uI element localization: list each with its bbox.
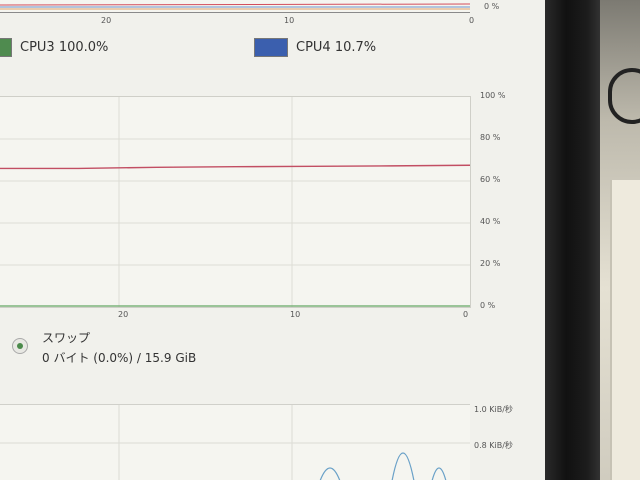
memory-y-tick: 40 % <box>480 217 501 226</box>
memory-y-tick: 100 % <box>480 91 506 100</box>
cpu-history-chart-top <box>0 0 470 13</box>
legend-cpu4[interactable]: CPU4 10.7% <box>254 38 376 57</box>
memory-history-chart <box>0 96 471 308</box>
background-shelf <box>610 180 640 480</box>
top-x-tick-0: 0 <box>469 16 475 25</box>
memory-usage-series-line <box>0 164 470 170</box>
memory-y-tick: 0 % <box>480 301 496 310</box>
memory-y-tick: 60 % <box>480 175 501 184</box>
cpu4-label: CPU4 10.7% <box>296 40 377 55</box>
network-y-tick-0.8: 0.8 KiB/秒 <box>474 441 513 450</box>
swap-title: スワップ <box>42 331 91 345</box>
monitor-bezel <box>545 0 605 480</box>
legend-cpu3[interactable]: CPU3 100.0% <box>0 38 108 57</box>
top-x-tick-10: 10 <box>284 16 295 25</box>
swap-color-icon[interactable] <box>12 338 28 354</box>
background-cable <box>608 68 640 124</box>
cpu3-color-swatch[interactable] <box>0 38 12 57</box>
memory-x-tick-20: 20 <box>118 310 129 319</box>
network-history-chart <box>0 404 470 480</box>
top-right-tick: 0 % <box>484 2 500 11</box>
top-x-tick-20: 20 <box>101 16 112 25</box>
cpu3-label: CPU3 100.0% <box>20 40 109 55</box>
system-monitor-screen: 20 10 0 0 % CPU3 100.0% CPU4 10.7% 100 %… <box>0 0 545 480</box>
memory-x-tick-10: 10 <box>290 310 301 319</box>
memory-y-tick: 80 % <box>480 133 501 142</box>
swap-value: 0 バイト (0.0%) / 15.9 GiB <box>42 351 197 365</box>
memory-y-tick: 20 % <box>480 259 501 268</box>
memory-x-tick-0: 0 <box>463 310 469 319</box>
cpu4-color-swatch[interactable] <box>254 38 288 57</box>
network-y-tick-1: 1.0 KiB/秒 <box>474 405 513 414</box>
